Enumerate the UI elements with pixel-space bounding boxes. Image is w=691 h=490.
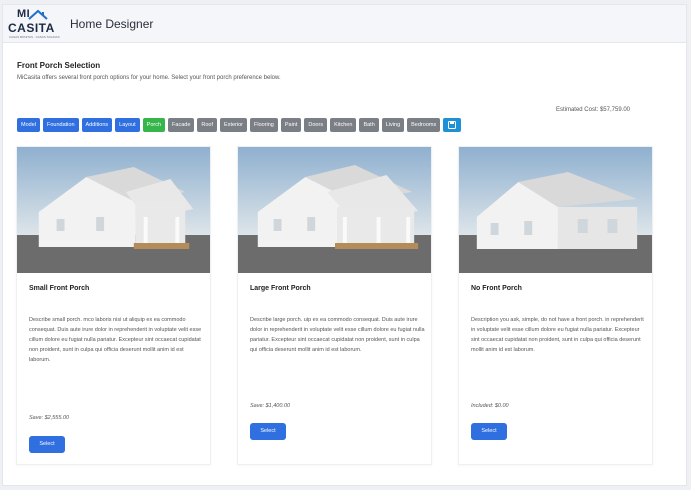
- logo-casita-text: CASITA: [8, 21, 55, 35]
- tab-living[interactable]: Living: [381, 118, 405, 132]
- card-title: Large Front Porch: [250, 285, 311, 292]
- small-porch-image: [17, 147, 210, 273]
- porch-option-card-large: Large Front Porch Describe large porch. …: [237, 146, 432, 465]
- card-price: Save: $1,400.00: [250, 403, 291, 409]
- app-header: MI CASITA CASAS BONITAS · CASAS SOLIDAS …: [3, 5, 686, 43]
- select-small-porch-button[interactable]: Select: [29, 436, 65, 453]
- app-title: Home Designer: [70, 17, 154, 31]
- logo-tagline: CASAS BONITAS · CASAS SOLIDAS: [9, 35, 60, 39]
- select-no-porch-button[interactable]: Select: [471, 423, 507, 440]
- card-title: No Front Porch: [471, 285, 522, 292]
- section-title: Front Porch Selection: [17, 61, 101, 70]
- tab-bedrooms[interactable]: Bedrooms: [407, 118, 441, 132]
- app-window: MI CASITA CASAS BONITAS · CASAS SOLIDAS …: [2, 4, 687, 486]
- porch-option-card-small: Small Front Porch Describe small porch. …: [16, 146, 211, 465]
- large-porch-image: [238, 147, 431, 273]
- tab-facade[interactable]: Facade: [168, 118, 195, 132]
- tab-bath[interactable]: Bath: [359, 118, 379, 132]
- card-price: Save: $2,555.00: [29, 415, 70, 421]
- tab-exterior[interactable]: Exterior: [220, 118, 247, 132]
- tab-porch[interactable]: Porch: [142, 118, 166, 132]
- tab-model[interactable]: Model: [17, 118, 40, 132]
- card-price: Included: $0.00: [471, 403, 509, 409]
- step-tabs: Model Foundation Additions Layout Porch …: [17, 118, 462, 132]
- estimated-cost: Estimated Cost: $57,759.00: [555, 107, 630, 113]
- tab-doors[interactable]: Doors: [304, 118, 328, 132]
- select-large-porch-button[interactable]: Select: [250, 423, 286, 440]
- tab-foundation[interactable]: Foundation: [42, 118, 79, 132]
- save-icon: [448, 121, 457, 129]
- tab-paint[interactable]: Paint: [280, 118, 302, 132]
- tab-roof[interactable]: Roof: [197, 118, 218, 132]
- card-description: Describe large porch. uip ex ea commodo …: [250, 317, 425, 353]
- tab-layout[interactable]: Layout: [115, 118, 140, 132]
- card-description: Description you ask, simple, do not have…: [471, 317, 644, 353]
- card-title: Small Front Porch: [29, 285, 90, 292]
- save-icon-button[interactable]: [443, 118, 462, 132]
- no-porch-image: [459, 147, 652, 273]
- tab-kitchen[interactable]: Kitchen: [330, 118, 357, 132]
- section-description: MiCasita offers several front porch opti…: [17, 75, 281, 81]
- card-description: Describe small porch. mco laboris nisi u…: [29, 317, 202, 363]
- tab-flooring[interactable]: Flooring: [249, 118, 278, 132]
- tab-additions[interactable]: Additions: [81, 118, 113, 132]
- porch-option-card-none: No Front Porch Description you ask, simp…: [458, 146, 653, 465]
- logo-mi-text: MI: [17, 8, 31, 20]
- micasita-logo[interactable]: MI CASITA CASAS BONITAS · CASAS SOLIDAS: [7, 8, 65, 41]
